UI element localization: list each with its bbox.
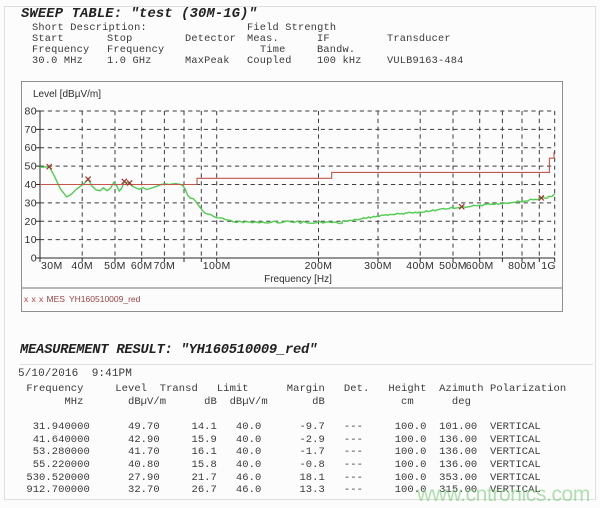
svg-text:x: x (39, 294, 44, 304)
svg-text:40M: 40M (71, 260, 93, 272)
svg-text:20: 20 (25, 216, 37, 228)
svg-text:Frequency [Hz]: Frequency [Hz] (264, 274, 332, 285)
svg-text:40: 40 (25, 179, 37, 191)
svg-text:80: 80 (25, 106, 37, 118)
svg-text:10: 10 (25, 234, 37, 246)
svg-text:60: 60 (25, 142, 37, 154)
svg-text:0: 0 (31, 253, 37, 265)
svg-text:50M: 50M (104, 260, 126, 272)
svg-text:100M: 100M (203, 260, 231, 272)
svg-text:500M: 500M (439, 260, 467, 272)
svg-text:30M: 30M (41, 260, 63, 272)
svg-text:300M: 300M (364, 260, 392, 272)
svg-text:x: x (24, 294, 29, 304)
svg-text:70M: 70M (154, 260, 176, 272)
svg-text:70: 70 (25, 124, 37, 136)
svg-text:800M: 800M (508, 260, 536, 272)
svg-text:50: 50 (25, 161, 37, 173)
svg-text:Level [dBµV/m]: Level [dBµV/m] (33, 89, 101, 100)
svg-text:1G: 1G (541, 260, 556, 272)
svg-text:MES: MES (47, 294, 66, 304)
svg-text:600M: 600M (466, 260, 494, 272)
svg-text:60M: 60M (131, 260, 153, 272)
svg-text:30: 30 (25, 197, 37, 209)
svg-text:200M: 200M (305, 260, 333, 272)
svg-text:x: x (32, 294, 37, 304)
svg-text:400M: 400M (406, 260, 434, 272)
svg-text:YH160510009_red: YH160510009_red (69, 294, 141, 304)
